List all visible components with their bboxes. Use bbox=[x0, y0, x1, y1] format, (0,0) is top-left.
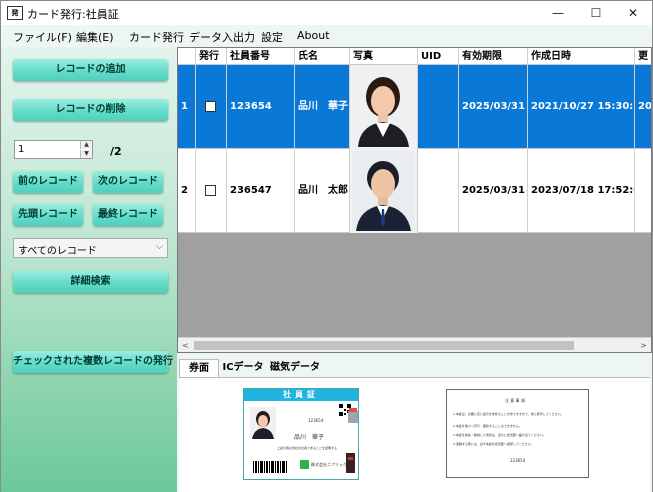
app-window: 発 カード発行:社員証 — ☐ ✕ ファイル(F) 編集(E) カード発行 デー… bbox=[0, 0, 653, 492]
company-logo-icon bbox=[300, 460, 309, 469]
next-record-button[interactable]: 次のレコード bbox=[93, 171, 163, 193]
chevron-down-icon: ⌵ bbox=[156, 242, 163, 252]
card-front-preview: 社員証 123654 品川 華子 上記の者は当社の社員であることを証明する 株式… bbox=[243, 388, 359, 480]
employee-no-cell: 236547 bbox=[227, 149, 295, 233]
card-printer-icon bbox=[348, 408, 358, 423]
menu-file[interactable]: ファイル(F) bbox=[13, 29, 72, 45]
expiry-cell: 2025/03/31 bbox=[459, 65, 528, 149]
tab-card-face[interactable]: 券面 bbox=[179, 359, 219, 378]
column-header-issued[interactable]: 発行 bbox=[196, 48, 227, 65]
column-header-photo[interactable]: 写真 bbox=[350, 48, 418, 65]
sidebar: レコードの追加 レコードの削除 1 ▲ ▼ /2 前のレコード 次のレコード 先… bbox=[1, 47, 177, 492]
column-header-employee-no[interactable]: 社員番号 bbox=[227, 48, 295, 65]
issued-cell bbox=[196, 65, 227, 149]
card-front-name: 品川 華子 bbox=[294, 434, 325, 441]
table-row[interactable]: 1 123654 品川 華子 2025/03/31 2021/10/27 15:… bbox=[178, 65, 651, 149]
title-bar: 発 カード発行:社員証 — ☐ ✕ bbox=[1, 1, 652, 25]
name-cell: 品川 華子 bbox=[295, 65, 350, 149]
tab-ic-data[interactable]: ICデータ bbox=[221, 359, 265, 377]
app-icon: 発 bbox=[7, 6, 23, 20]
column-header-name[interactable]: 氏名 bbox=[295, 48, 350, 65]
card-back-line-4: 4.退職する際には、必ず本証を担当部へ返却してください。 bbox=[453, 442, 534, 446]
card-preview-area: 社員証 123654 品川 華子 上記の者は当社の社員であることを証明する 株式… bbox=[179, 377, 650, 492]
issue-checked-button[interactable]: チェックされた複数レコードの発行 bbox=[13, 351, 173, 373]
delete-record-button[interactable]: レコードの削除 bbox=[13, 99, 168, 121]
issued-checkbox[interactable] bbox=[205, 101, 216, 112]
card-front-company: 株式会社ニプリック bbox=[311, 462, 347, 467]
uid-cell bbox=[418, 149, 459, 233]
column-header-expiry[interactable]: 有効期限 bbox=[459, 48, 528, 65]
employee-photo-male bbox=[352, 151, 415, 231]
card-front-note: 上記の者は当社の社員であることを証明する bbox=[277, 446, 337, 450]
first-record-button[interactable]: 先頭レコード bbox=[13, 204, 83, 226]
scroll-left-icon[interactable]: < bbox=[178, 338, 193, 352]
menu-edit[interactable]: 編集(E) bbox=[76, 29, 114, 45]
preview-panel: 券面 ICデータ 磁気データ 社員証 123654 品川 華子 上記の者は当社の… bbox=[177, 353, 652, 492]
menu-about[interactable]: About bbox=[297, 29, 330, 42]
employee-photo-female bbox=[352, 67, 415, 147]
employee-no-cell: 123654 bbox=[227, 65, 295, 149]
barcode-icon bbox=[253, 461, 287, 473]
close-button[interactable]: ✕ bbox=[614, 1, 652, 25]
spin-up-icon[interactable]: ▲ bbox=[80, 141, 92, 149]
created-cell: 2021/10/27 15:30:20 bbox=[528, 65, 635, 149]
card-back-line-1: 1.本証は、必要に応じ提示を求めることがありますので、常に携帯してください。 bbox=[453, 412, 564, 416]
column-header-uid[interactable]: UID bbox=[418, 48, 459, 65]
last-record-button[interactable]: 最終レコード bbox=[93, 204, 163, 226]
uid-cell bbox=[418, 65, 459, 149]
menu-bar: ファイル(F) 編集(E) カード発行 データ入出力 設定 About bbox=[1, 25, 652, 47]
maximize-button[interactable]: ☐ bbox=[577, 1, 615, 25]
card-front-header: 社員証 bbox=[244, 389, 358, 401]
row-index: 1 bbox=[178, 65, 196, 149]
card-chip-icon bbox=[346, 453, 355, 473]
table-row[interactable]: 2 236547 品川 太郎 2025/03/31 2023/07/18 17:… bbox=[178, 149, 651, 233]
horizontal-scrollbar[interactable]: < > bbox=[178, 337, 651, 352]
grid-header: 発行 社員番号 氏名 写真 UID 有効期限 作成日時 更 bbox=[178, 48, 651, 65]
scrollbar-thumb[interactable] bbox=[194, 341, 574, 350]
card-back-number: 123654 bbox=[510, 458, 526, 463]
record-filter-select[interactable]: すべてのレコード ⌵ bbox=[13, 238, 168, 258]
created-cell: 2023/07/18 17:52:07 bbox=[528, 149, 635, 233]
spin-down-icon[interactable]: ▼ bbox=[80, 150, 92, 158]
record-number-value: 1 bbox=[18, 144, 25, 155]
card-front-employee-no: 123654 bbox=[308, 418, 324, 423]
column-header-created[interactable]: 作成日時 bbox=[528, 48, 635, 65]
record-number-stepper[interactable]: 1 ▲ ▼ bbox=[14, 140, 93, 159]
minimize-button[interactable]: — bbox=[539, 1, 577, 25]
menu-card-issue[interactable]: カード発行 bbox=[129, 29, 184, 45]
menu-data-io[interactable]: データ入出力 bbox=[189, 29, 255, 45]
tab-magnetic-data[interactable]: 磁気データ bbox=[269, 359, 321, 377]
card-back-line-2: 2.本証を他人へ貸与・譲渡することはできません。 bbox=[453, 424, 522, 428]
window-title: カード発行:社員証 bbox=[27, 8, 119, 21]
updated-cell: 202 bbox=[635, 65, 651, 149]
record-filter-value: すべてのレコード bbox=[18, 246, 97, 257]
card-back-preview: 注 意 事 項 1.本証は、必要に応じ提示を求めることがありますので、常に携帯し… bbox=[446, 389, 589, 478]
menu-settings[interactable]: 設定 bbox=[261, 29, 283, 45]
card-photo bbox=[250, 407, 276, 439]
name-cell: 品川 太郎 bbox=[295, 149, 350, 233]
updated-cell bbox=[635, 149, 651, 233]
row-index: 2 bbox=[178, 149, 196, 233]
photo-cell bbox=[350, 149, 418, 233]
issued-cell bbox=[196, 149, 227, 233]
prev-record-button[interactable]: 前のレコード bbox=[13, 171, 83, 193]
issued-checkbox[interactable] bbox=[205, 185, 216, 196]
card-back-line-3: 3.本証を紛失・破損した場合は、直ちに担当部へ届け出てください。 bbox=[453, 433, 546, 437]
column-header-index bbox=[178, 48, 196, 65]
records-grid[interactable]: 発行 社員番号 氏名 写真 UID 有効期限 作成日時 更 1 123654 品… bbox=[177, 47, 652, 353]
scroll-right-icon[interactable]: > bbox=[636, 338, 651, 352]
add-record-button[interactable]: レコードの追加 bbox=[13, 59, 168, 81]
card-back-title: 注 意 事 項 bbox=[505, 398, 525, 403]
photo-cell bbox=[350, 65, 418, 149]
column-header-updated[interactable]: 更 bbox=[635, 48, 651, 65]
detail-search-button[interactable]: 詳細検索 bbox=[13, 271, 168, 293]
record-total-label: /2 bbox=[110, 145, 122, 158]
expiry-cell: 2025/03/31 bbox=[459, 149, 528, 233]
